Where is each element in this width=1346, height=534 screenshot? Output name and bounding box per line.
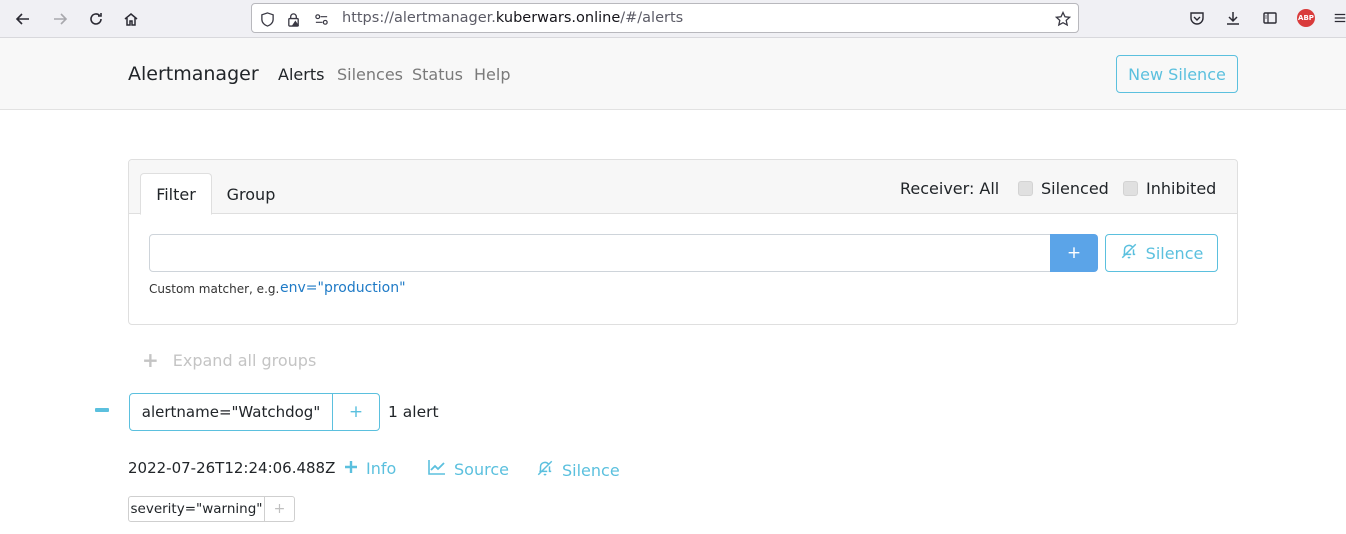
browser-toolbar: https://alertmanager.kuberwars.online/#/… (0, 0, 1346, 38)
matcher-hint: Custom matcher, e.g. (149, 282, 280, 296)
plus-icon (344, 460, 358, 478)
back-icon[interactable] (12, 8, 34, 30)
filter-input[interactable] (149, 234, 1051, 272)
bell-slash-icon (536, 459, 554, 481)
lock-warning-icon[interactable] (284, 10, 302, 28)
silence-filter-label: Silence (1145, 243, 1204, 263)
line-chart-icon (428, 459, 446, 479)
info-button[interactable]: Info (344, 459, 396, 478)
home-icon[interactable] (120, 8, 142, 30)
expand-all-groups[interactable]: + Expand all groups (142, 348, 316, 372)
source-button[interactable]: Source (428, 459, 509, 479)
nav-help[interactable]: Help (474, 65, 510, 84)
bell-slash-icon (1120, 242, 1138, 264)
new-silence-button[interactable]: New Silence (1116, 55, 1238, 93)
app-navbar: Alertmanager Alerts Silences Status Help… (0, 38, 1346, 110)
pocket-icon[interactable] (1187, 8, 1207, 28)
add-filter-button[interactable]: + (1050, 234, 1098, 272)
expand-all-label: Expand all groups (172, 350, 317, 370)
inhibited-checkbox[interactable] (1123, 181, 1138, 196)
alert-label-text[interactable]: severity="warning" (129, 497, 265, 521)
alert-silence-button[interactable]: Silence (536, 459, 620, 481)
brand-title[interactable]: Alertmanager (128, 63, 259, 85)
reader-view-icon[interactable] (1260, 8, 1280, 28)
matcher-example-link[interactable]: env="production" (280, 280, 406, 296)
tab-group[interactable]: Group (217, 173, 285, 215)
alert-timestamp: 2022-07-26T12:24:06.488Z (128, 459, 336, 477)
menu-icon[interactable] (1330, 8, 1346, 28)
silenced-checkbox[interactable] (1018, 181, 1033, 196)
nav-silences[interactable]: Silences (337, 65, 403, 84)
alert-count: 1 alert (388, 403, 439, 421)
shield-icon[interactable] (258, 10, 276, 28)
tab-filter[interactable]: Filter (140, 173, 212, 215)
filter-card: Filter Group Receiver: All Silenced Inhi… (128, 159, 1238, 325)
reload-icon[interactable] (85, 8, 107, 30)
collapse-group-icon[interactable] (95, 408, 109, 412)
group-label-text[interactable]: alertname="Watchdog" (130, 394, 333, 430)
download-icon[interactable] (1223, 8, 1243, 28)
alert-label-chip: severity="warning" + (128, 496, 295, 522)
url-text: https://alertmanager.kuberwars.online/#/… (342, 10, 684, 26)
url-bar[interactable]: https://alertmanager.kuberwars.online/#/… (251, 3, 1079, 33)
silence-filter-button[interactable]: Silence (1105, 234, 1218, 272)
nav-alerts[interactable]: Alerts (278, 65, 324, 84)
bookmark-star-icon[interactable] (1054, 10, 1072, 28)
inhibited-label: Inhibited (1146, 179, 1217, 198)
forward-icon[interactable] (49, 8, 71, 30)
adblock-icon[interactable]: ABP (1296, 8, 1316, 28)
nav-status[interactable]: Status (412, 65, 463, 84)
alert-label-add-button[interactable]: + (265, 497, 294, 521)
receiver-selector[interactable]: Receiver: All (900, 179, 999, 198)
group-label-add-button[interactable]: + (333, 394, 379, 430)
alert-silence-label: Silence (562, 460, 620, 480)
permissions-icon[interactable] (312, 10, 330, 28)
source-label: Source (454, 459, 509, 479)
silenced-label: Silenced (1041, 179, 1109, 198)
group-label-chip: alertname="Watchdog" + (129, 393, 380, 431)
filter-card-header: Filter Group Receiver: All Silenced Inhi… (129, 160, 1237, 215)
plus-icon: + (142, 348, 159, 372)
info-label: Info (366, 459, 397, 478)
